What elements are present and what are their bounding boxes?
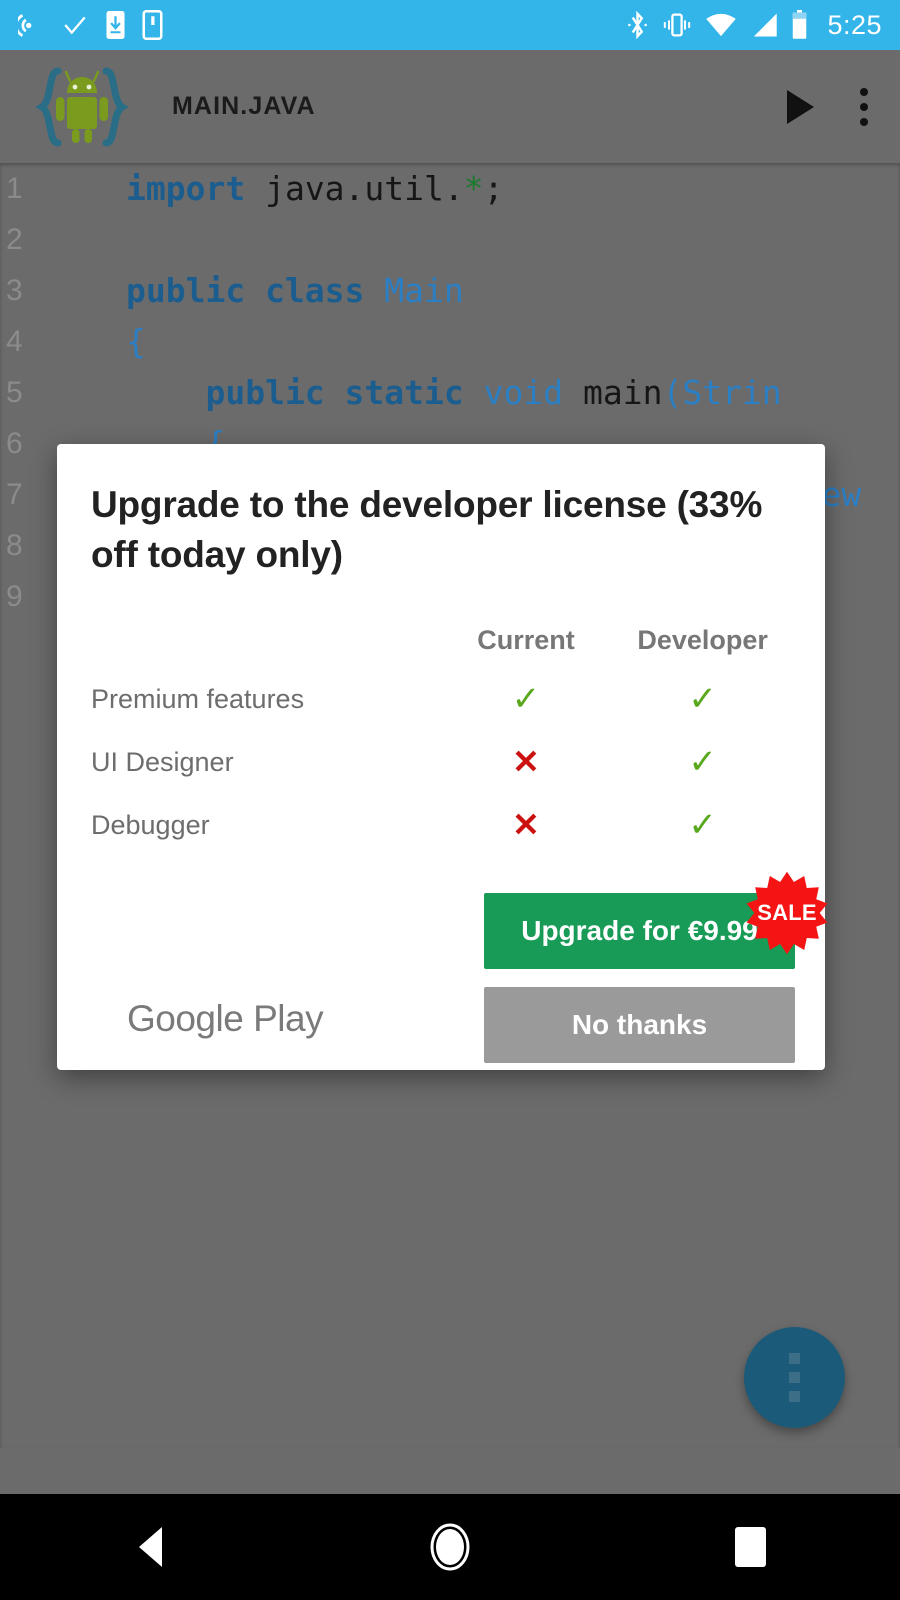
feature-developer-cell: ✓ xyxy=(614,794,791,857)
google-play-logo: Google Play xyxy=(127,997,324,1039)
code-token: import xyxy=(126,169,266,208)
feature-current-cell: ✓ xyxy=(438,668,615,731)
code-token: { xyxy=(126,322,146,361)
app-bar-title: MAIN.JAVA xyxy=(172,92,316,120)
battery-icon xyxy=(793,10,807,39)
feature-current-cell: ✕ xyxy=(438,731,615,794)
android-navigation-bar xyxy=(0,1494,900,1600)
phone-screen: 5:25 MAIN.JAVA 1 import java.util.*; 2 3… xyxy=(0,0,900,1600)
table-row: Debugger ✕ ✓ xyxy=(91,794,791,857)
code-line: 1 import java.util.*; xyxy=(0,163,900,214)
code-line: 4{ xyxy=(0,316,900,367)
line-number: 8 xyxy=(6,528,23,562)
line-number: 4 xyxy=(6,324,23,358)
code-token: public static xyxy=(126,373,484,412)
dialog-title: Upgrade to the developer license (33% of… xyxy=(91,484,763,575)
feature-developer-cell: ✓ xyxy=(614,731,791,794)
code-token: Main xyxy=(384,271,464,310)
vibrate-icon xyxy=(664,13,691,37)
code-text: public class Main xyxy=(46,271,464,310)
code-text: { xyxy=(46,322,146,361)
code-token: ( xyxy=(662,373,683,412)
check-icon xyxy=(64,16,86,35)
line-number: 6 xyxy=(6,426,23,460)
column-header-current: Current xyxy=(477,624,575,655)
feature-label: Debugger xyxy=(91,809,210,840)
floating-action-button[interactable] xyxy=(744,1327,845,1428)
nav-recents-button[interactable] xyxy=(600,1527,900,1567)
fab-dot xyxy=(789,1353,800,1364)
android-braces-logo-icon xyxy=(35,67,129,146)
feature-current-cell: ✕ xyxy=(438,794,615,857)
code-token: void xyxy=(483,373,583,412)
cross-icon: ✕ xyxy=(512,742,540,780)
home-icon xyxy=(430,1523,470,1571)
recents-icon xyxy=(734,1527,766,1567)
status-bar-left-icons xyxy=(18,10,163,40)
code-token: Strin xyxy=(682,373,782,412)
phone-download-icon xyxy=(106,11,125,39)
upgrade-dialog: Upgrade to the developer license (33% of… xyxy=(57,444,828,1070)
table-row: Premium features ✓ ✓ xyxy=(91,668,791,731)
feature-developer-cell: ✓ xyxy=(614,668,791,731)
sale-badge-label: SALE xyxy=(757,899,817,925)
code-token: public class xyxy=(126,271,385,310)
fab-dot xyxy=(789,1372,800,1383)
code-token: ; xyxy=(483,169,504,208)
line-number: 9 xyxy=(6,579,23,613)
bluetooth-icon xyxy=(628,10,648,40)
check-icon: ✓ xyxy=(688,805,717,844)
code-line: 3 public class Main xyxy=(0,265,900,316)
sale-badge: SALE xyxy=(744,870,830,956)
column-header-developer: Developer xyxy=(637,624,768,655)
nav-back-button[interactable] xyxy=(0,1527,300,1567)
check-icon: ✓ xyxy=(688,742,717,781)
table-header-row: Current Developer xyxy=(91,624,791,668)
app-bar: MAIN.JAVA xyxy=(0,50,900,163)
code-text: import java.util.*; xyxy=(46,169,504,208)
status-bar-clock: 5:25 xyxy=(827,9,882,40)
status-bar: 5:25 xyxy=(0,0,900,50)
fab-dot xyxy=(789,1391,800,1402)
feature-label: Premium features xyxy=(91,683,305,714)
signal-icon xyxy=(754,13,778,37)
tablet-icon xyxy=(142,10,163,40)
feature-label: UI Designer xyxy=(91,746,234,777)
line-number: 7 xyxy=(6,477,23,511)
back-icon xyxy=(138,1527,162,1567)
overflow-menu-icon[interactable] xyxy=(860,87,868,126)
feature-comparison-table: Current Developer Premium features ✓ ✓ UI D… xyxy=(91,624,791,857)
code-token: main xyxy=(582,373,663,412)
table-row: UI Designer ✕ ✓ xyxy=(91,731,791,794)
check-icon: ✓ xyxy=(511,679,541,718)
cast-icon xyxy=(18,13,32,37)
wifi-icon xyxy=(706,13,737,37)
code-token: java.util. xyxy=(265,169,464,208)
line-number: 1 xyxy=(6,171,23,205)
code-line: 5 public static void main(Strin xyxy=(0,367,900,418)
status-bar-right-icons: 5:25 xyxy=(626,10,882,40)
code-text: public static void main(Strin xyxy=(46,373,782,412)
feature-rows: Premium features ✓ ✓ UI Designer ✕ ✓ Debugger ✕… xyxy=(91,668,791,857)
line-number: 2 xyxy=(6,222,23,256)
code-token: * xyxy=(463,169,484,208)
nav-home-button[interactable] xyxy=(300,1521,600,1573)
cross-icon: ✕ xyxy=(512,805,540,843)
code-line: 2 xyxy=(0,214,900,265)
play-icon[interactable] xyxy=(787,89,814,124)
no-thanks-button[interactable]: No thanks xyxy=(484,986,795,1063)
check-icon: ✓ xyxy=(688,679,717,718)
line-number: 3 xyxy=(6,273,23,307)
table-corner-cell xyxy=(91,624,438,668)
line-number: 5 xyxy=(6,375,23,409)
app-bar-actions xyxy=(787,87,878,126)
